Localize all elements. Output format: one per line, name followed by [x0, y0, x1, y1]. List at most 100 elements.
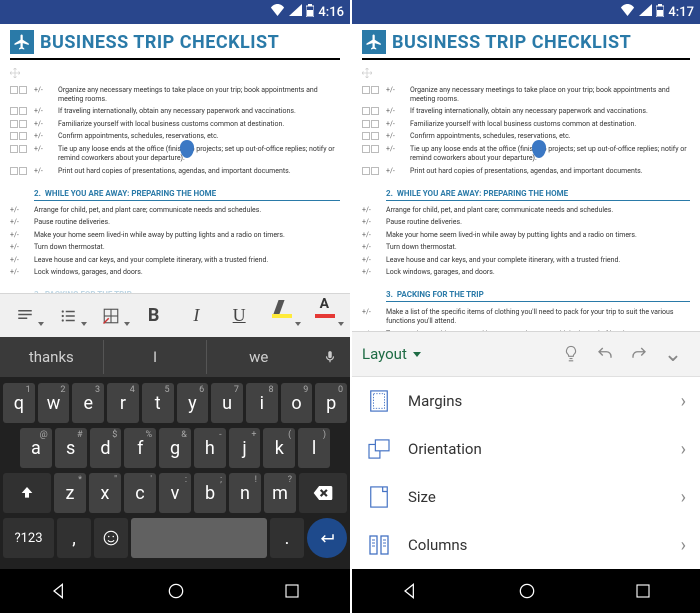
key-t[interactable]: t5 [142, 383, 174, 423]
list-item[interactable]: +/-Leave house and car keys, and your co… [10, 254, 340, 266]
key-d[interactable]: d$ [90, 428, 122, 468]
key-k[interactable]: k( [263, 428, 295, 468]
key-l[interactable]: l) [298, 428, 330, 468]
section1: +/-Organize any necessary meetings to ta… [362, 84, 690, 178]
italic-button[interactable]: I [183, 303, 209, 329]
list-style-button[interactable] [55, 303, 81, 329]
redo-button[interactable] [622, 345, 656, 363]
list-item[interactable]: +/-Pause routine deliveries. [362, 217, 690, 229]
list-item[interactable]: +/-Familiarize yourself with local busin… [10, 118, 340, 130]
list-item[interactable]: +/-Make a list of the specific items of … [362, 306, 690, 328]
paragraph-style-button[interactable] [12, 303, 38, 329]
list-item[interactable]: +/-Lock windows, garages, and doors. [362, 267, 690, 279]
list-item[interactable]: +/-Arrange for child, pet, and plant car… [10, 205, 340, 217]
list-item[interactable]: +/-Make your home seem lived-in while aw… [10, 229, 340, 241]
key-q[interactable]: q1 [3, 383, 35, 423]
back-button[interactable] [400, 581, 420, 601]
shift-key[interactable] [3, 473, 51, 513]
list-item[interactable]: +/-Try to pack everything you need in a … [362, 328, 690, 331]
key-j[interactable]: j+ [229, 428, 261, 468]
layout-dropdown[interactable]: Layout [362, 345, 554, 363]
backspace-key[interactable] [299, 473, 347, 513]
home-button[interactable] [517, 581, 537, 601]
key-m[interactable]: m? [264, 473, 296, 513]
font-color-button[interactable] [312, 303, 338, 329]
period-key[interactable]: . [270, 518, 304, 558]
key-g[interactable]: g& [159, 428, 191, 468]
table-button[interactable] [98, 303, 124, 329]
list-item[interactable]: +/-Print out hard copies of presentation… [10, 165, 340, 177]
key-r[interactable]: r4 [107, 383, 139, 423]
key-e[interactable]: e3 [72, 383, 104, 423]
airplane-icon [362, 30, 386, 54]
suggestion[interactable]: thanks [0, 340, 103, 374]
recents-button[interactable] [634, 582, 652, 600]
key-n[interactable]: n! [229, 473, 261, 513]
suggestion[interactable]: we [206, 340, 310, 374]
list-item[interactable]: +/-Lock windows, garages, and doors. [10, 267, 340, 279]
space-key[interactable] [131, 518, 267, 558]
kb-row2: a@s#d$f%g&h-j+k(l) [3, 428, 347, 468]
back-button[interactable] [49, 581, 69, 601]
key-x[interactable]: x" [89, 473, 121, 513]
list-item[interactable]: +/-Tie up any loose ends at the office (… [10, 143, 340, 165]
list-item[interactable]: +/-Organize any necessary meetings to ta… [362, 84, 690, 106]
key-a[interactable]: a@ [20, 428, 52, 468]
right-screen: 4:17 BUSINESS TRIP CHECKLIST +/-Organize… [350, 0, 700, 613]
list-item[interactable]: +/-Organize any necessary meetings to ta… [10, 84, 340, 106]
key-v[interactable]: v: [159, 473, 191, 513]
key-f[interactable]: f% [124, 428, 156, 468]
left-screen: 4:16 BUSINESS TRIP CHECKLIST +/-Organize… [0, 0, 350, 613]
list-item[interactable]: +/-Turn down thermostat. [362, 242, 690, 254]
key-i[interactable]: i8 [246, 383, 278, 423]
key-z[interactable]: z* [54, 473, 86, 513]
cell-signal-icon [639, 4, 652, 20]
enter-key[interactable] [307, 518, 347, 558]
layout-panel-header: Layout ⌄ [352, 331, 700, 377]
recents-button[interactable] [283, 582, 301, 600]
comma-key[interactable]: , [57, 518, 91, 558]
underline-button[interactable]: U [226, 303, 252, 329]
section2-heading: 2. WHILE YOU ARE AWAY: PREPARING THE HOM… [34, 186, 340, 201]
bold-button[interactable]: B [141, 303, 167, 329]
menu-orientation[interactable]: Orientation › [352, 425, 700, 473]
mic-icon[interactable] [310, 347, 350, 367]
move-handle-icon[interactable] [362, 68, 372, 78]
key-h[interactable]: h- [194, 428, 226, 468]
list-item[interactable]: +/-Print out hard copies of presentation… [362, 165, 690, 177]
menu-size[interactable]: Size › [352, 473, 700, 521]
list-item[interactable]: +/-If traveling internationally, obtain … [362, 106, 690, 118]
suggestion[interactable]: I [103, 340, 207, 374]
list-item[interactable]: +/-Pause routine deliveries. [10, 217, 340, 229]
list-item[interactable]: +/-Familiarize yourself with local busin… [362, 118, 690, 130]
key-p[interactable]: p0 [315, 383, 347, 423]
key-b[interactable]: b; [194, 473, 226, 513]
list-item[interactable]: +/-Make your home seem lived-in while aw… [362, 229, 690, 241]
undo-button[interactable] [588, 345, 622, 363]
close-panel-icon[interactable]: ⌄ [656, 342, 690, 367]
menu-margins[interactable]: Margins › [352, 377, 700, 425]
key-c[interactable]: c' [124, 473, 156, 513]
move-handle-icon[interactable] [10, 68, 20, 78]
key-y[interactable]: y6 [177, 383, 209, 423]
doc-title: BUSINESS TRIP CHECKLIST [40, 32, 279, 53]
home-button[interactable] [166, 581, 186, 601]
list-item[interactable]: +/-If traveling internationally, obtain … [10, 106, 340, 118]
emoji-key[interactable] [94, 518, 128, 558]
list-item[interactable]: +/-Turn down thermostat. [10, 242, 340, 254]
lightbulb-icon[interactable] [554, 345, 588, 363]
document-area[interactable]: BUSINESS TRIP CHECKLIST +/-Organize any … [0, 24, 350, 293]
document-area[interactable]: BUSINESS TRIP CHECKLIST +/-Organize any … [352, 24, 700, 331]
menu-columns[interactable]: Columns › [352, 521, 700, 569]
key-w[interactable]: w2 [38, 383, 70, 423]
list-item[interactable]: +/-Confirm appointments, schedules, rese… [362, 131, 690, 143]
symbols-key[interactable]: ?123 [3, 518, 54, 558]
highlight-button[interactable] [269, 303, 295, 329]
list-item[interactable]: +/-Leave house and car keys, and your co… [362, 254, 690, 266]
key-u[interactable]: u7 [211, 383, 243, 423]
list-item[interactable]: +/-Tie up any loose ends at the office (… [362, 143, 690, 165]
key-o[interactable]: o9 [281, 383, 313, 423]
list-item[interactable]: +/-Arrange for child, pet, and plant car… [362, 205, 690, 217]
list-item[interactable]: +/-Confirm appointments, schedules, rese… [10, 131, 340, 143]
key-s[interactable]: s# [55, 428, 87, 468]
